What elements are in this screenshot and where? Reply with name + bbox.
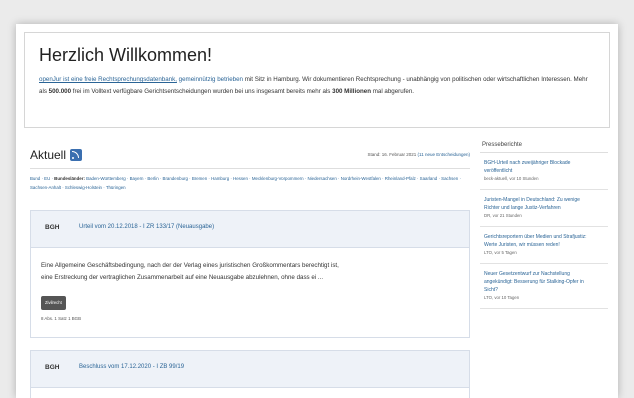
laender-label: Bundesländer:	[54, 176, 85, 181]
press-item[interactable]: Gerichtsreportern über Medien und Strafj…	[480, 227, 608, 264]
press-title: Presseberichte	[480, 140, 608, 153]
region-filter: Bund · EU · Bundesländer: Baden-Württemb…	[30, 174, 470, 192]
stand-info: Stand: 16. Februar 2021 (11 neue Entsche…	[367, 152, 470, 157]
decision-card-header: BGH Beschluss vom 17.12.2020 - I ZB 99/1…	[31, 351, 469, 388]
court-label: BGH	[45, 364, 60, 371]
nonprofit-link[interactable]: gemeinnützig betrieben	[179, 76, 243, 83]
decision-link[interactable]: Beschluss vom 17.12.2020 - I ZB 99/19	[79, 364, 184, 370]
decision-card: BGH Beschluss vom 17.12.2020 - I ZB 99/1…	[30, 350, 470, 398]
press-item[interactable]: Juristen-Mangel in Deutschland: Zu wenig…	[480, 190, 608, 227]
aktuell-title: Aktuell	[30, 148, 67, 162]
decision-card-header: BGH Urteil vom 20.12.2018 - I ZR 133/17 …	[31, 211, 469, 248]
rss-feed-icon[interactable]	[70, 149, 82, 161]
court-label: BGH	[45, 224, 60, 231]
area-badge[interactable]: Zivilrecht	[41, 296, 66, 310]
press-item[interactable]: Neuer Gesetzentwurf zur Nachstellung ang…	[480, 264, 608, 309]
press-item[interactable]: BGH-Urteil nach zweijähriger Blockade ve…	[480, 153, 608, 190]
press-sidebar: Presseberichte BGH-Urteil nach zweijähri…	[480, 140, 608, 398]
decision-count: 500.000	[48, 88, 72, 95]
decision-card: BGH Urteil vom 20.12.2018 - I ZR 133/17 …	[30, 210, 470, 338]
laender-links[interactable]: Baden-Württemberg · Bayern · Berlin · Br…	[86, 176, 306, 181]
welcome-text: openJur ist eine freie Rechtsprechungsda…	[39, 76, 588, 95]
page-container: Herzlich Willkommen! openJur ist eine fr…	[16, 24, 618, 398]
welcome-box: Herzlich Willkommen! openJur ist eine fr…	[24, 32, 610, 128]
welcome-title: Herzlich Willkommen!	[39, 45, 213, 65]
about-link[interactable]: openJur ist eine freie Rechtsprechungsda…	[39, 76, 177, 83]
decision-link[interactable]: Urteil vom 20.12.2018 - I ZR 133/17 (Neu…	[79, 224, 214, 230]
decision-summary: Eine Allgemeine Geschäftsbedingung, nach…	[31, 248, 469, 333]
norm-reference: 8 Abs. 1 Satz 1 BGB	[41, 316, 82, 321]
views-count: 300 Millionen	[332, 88, 371, 95]
bund-eu-link[interactable]: Bund · EU ·	[30, 176, 53, 181]
aktuell-header: Aktuell Stand: 16. Februar 2021 (11 neue…	[30, 148, 470, 169]
new-decisions-link[interactable]: (11 neue Entscheidungen)	[418, 152, 470, 157]
